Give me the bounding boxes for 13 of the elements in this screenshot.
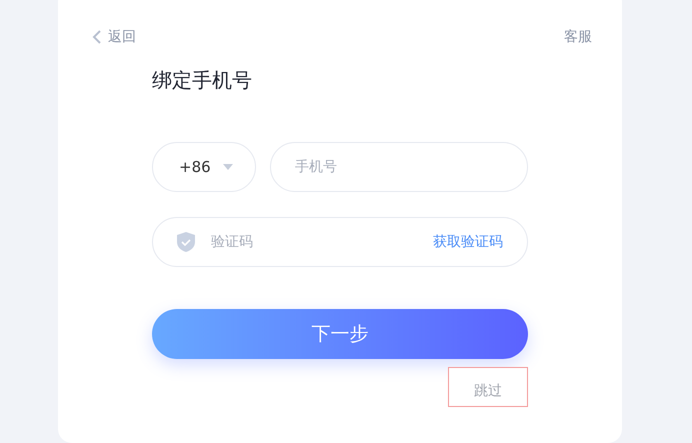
page-title: 绑定手机号: [152, 67, 253, 94]
next-button[interactable]: 下一步: [152, 309, 528, 359]
phone-field[interactable]: 手机号: [270, 142, 528, 192]
code-field[interactable]: 验证码 获取验证码: [152, 217, 528, 267]
country-code-select[interactable]: +86: [152, 142, 256, 192]
customer-service-link[interactable]: 客服: [564, 28, 592, 46]
chevron-left-icon: [92, 29, 102, 45]
back-link[interactable]: 返回: [92, 28, 136, 46]
skip-button[interactable]: 跳过: [448, 367, 528, 407]
code-input[interactable]: 验证码: [209, 233, 419, 251]
get-code-link[interactable]: 获取验证码: [433, 233, 503, 251]
caret-icon: [223, 164, 233, 170]
shield-icon: [177, 232, 195, 252]
